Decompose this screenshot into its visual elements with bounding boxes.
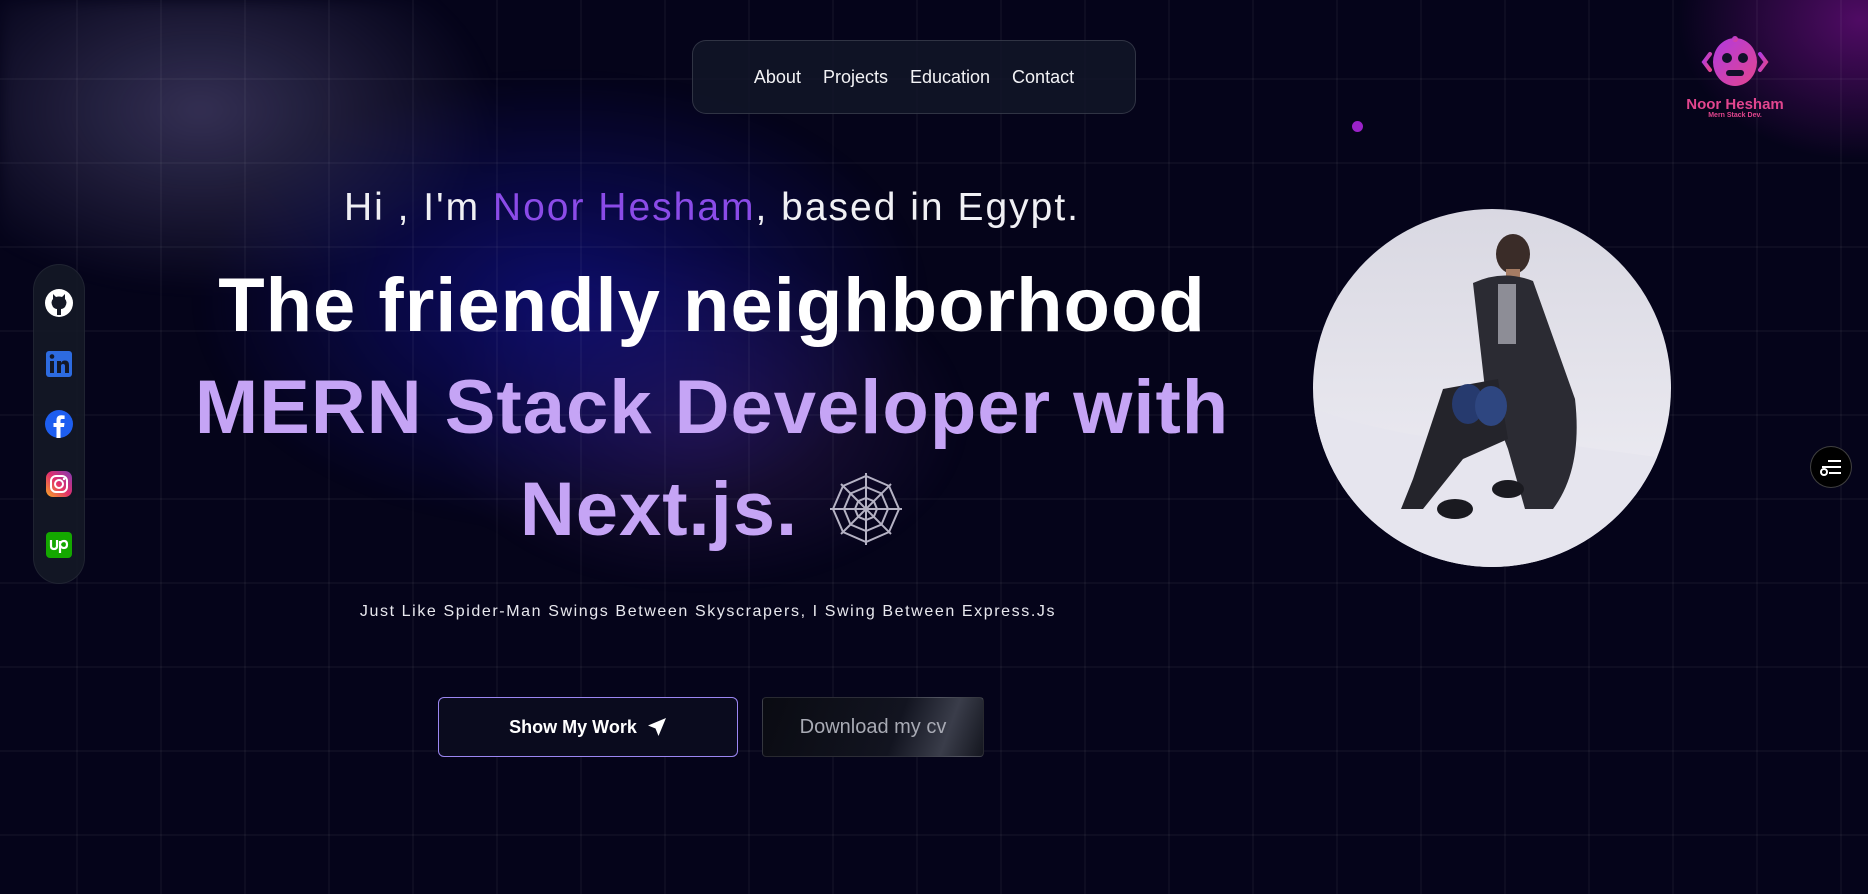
headline-line-3-text: Next.js. xyxy=(519,467,799,552)
show-my-work-button[interactable]: Show My Work xyxy=(438,697,738,757)
headline-line-2: MERN Stack Developer with xyxy=(194,365,1230,450)
tagline: Just Like Spider-Man Swings Between Skys… xyxy=(359,603,1057,620)
nav-contact[interactable]: Contact xyxy=(1012,67,1074,88)
site-logo[interactable]: Noor Hesham Mern Stack Dev. xyxy=(1680,34,1790,119)
headline-line-3: Next.js. xyxy=(0,472,1424,553)
logo-name: Noor Hesham xyxy=(1686,96,1784,113)
spider-web-icon xyxy=(830,472,903,545)
greeting: Hi , I'm Noor Hesham, based in Egypt. xyxy=(0,186,1424,230)
settings-toggle-button[interactable] xyxy=(1810,446,1852,488)
nav-education[interactable]: Education xyxy=(910,67,990,88)
headline-line-1: The friendly neighborhood xyxy=(218,263,1206,348)
mascot-logo-icon xyxy=(1701,36,1769,86)
navbar: About Projects Education Contact xyxy=(692,40,1136,114)
paper-plane-icon xyxy=(647,718,666,736)
decorative-dot xyxy=(1352,121,1363,132)
show-my-work-label: Show My Work xyxy=(509,716,637,737)
settings-sliders-icon xyxy=(1820,460,1841,476)
download-cv-label: Download my cv xyxy=(799,715,947,738)
nav-about[interactable]: About xyxy=(754,67,801,88)
nav-projects[interactable]: Projects xyxy=(823,67,888,88)
profile-image xyxy=(1313,209,1671,567)
profile-photo xyxy=(1313,209,1671,567)
download-cv-button[interactable]: Download my cv xyxy=(762,697,984,757)
logo-subtitle: Mern Stack Dev. xyxy=(1708,112,1762,119)
greeting-prefix: Hi , I'm xyxy=(343,186,493,229)
greeting-name: Noor Hesham xyxy=(492,186,756,229)
greeting-suffix: , based in Egypt. xyxy=(755,186,1081,229)
